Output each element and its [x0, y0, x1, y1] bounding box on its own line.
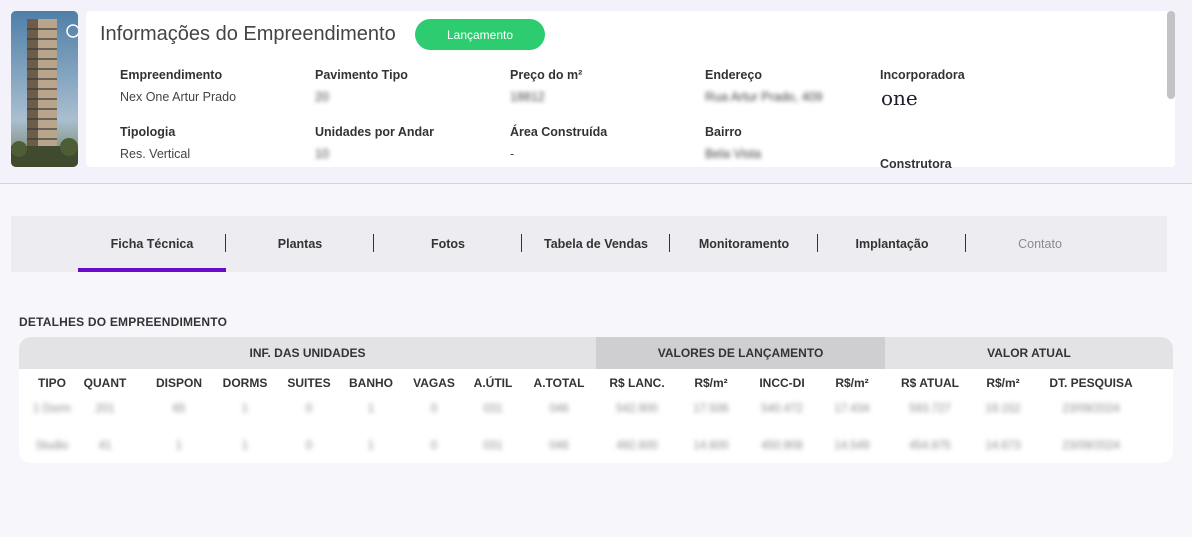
table-cell: 1 — [241, 403, 249, 415]
details-table: INF. DAS UNIDADES VALORES DE LANÇAMENTO … — [19, 337, 1173, 463]
column-header: R$ ATUAL — [901, 376, 959, 390]
table-cell: 14.549 — [834, 440, 870, 452]
status-badge: Lançamento — [415, 19, 545, 50]
tab-monitoramento[interactable]: Monitoramento — [670, 216, 818, 272]
column-header: VAGAS — [413, 376, 455, 390]
table-cell: 0 — [430, 440, 438, 452]
tab-implantacao[interactable]: Implantação — [818, 216, 966, 272]
table-cell: 031 — [483, 440, 503, 452]
column-header: DT. PESQUISA — [1049, 376, 1133, 390]
table-cell: 1 — [367, 403, 375, 415]
column-header: SUITES — [287, 376, 331, 390]
field-preco: Preço do m² 18812 — [510, 68, 700, 104]
tab-bar: Ficha Técnica Plantas Fotos Tabela de Ve… — [11, 216, 1167, 272]
field-label: Pavimento Tipo — [315, 68, 408, 82]
table-cell: 492.600 — [616, 440, 658, 452]
field-label: Construtora — [880, 157, 952, 171]
field-area: Área Construída - — [510, 125, 700, 161]
table-cell: 23/09/2024 — [1062, 403, 1120, 415]
table-cell: 201 — [95, 403, 115, 415]
field-construtora: Construtora — [880, 157, 1070, 171]
table-cell: Studio — [35, 440, 69, 452]
table-cell: 031 — [483, 403, 503, 415]
field-empreendimento: Empreendimento Nex One Artur Prado — [120, 68, 310, 104]
table-cell: 23/09/2024 — [1062, 440, 1120, 452]
tab-tabela-de-vendas[interactable]: Tabela de Vendas — [522, 216, 670, 272]
column-header: R$/m² — [986, 376, 1020, 390]
group-header-unidades: INF. DAS UNIDADES — [19, 337, 596, 369]
column-header: DISPON — [155, 376, 203, 390]
field-label: Área Construída — [510, 125, 608, 139]
incorporadora-logo: one — [881, 86, 918, 110]
field-label: Incorporadora — [880, 68, 965, 82]
table-cell: 65 — [172, 403, 186, 415]
table-cell: 1 — [175, 440, 183, 452]
table-cell: 14.600 — [693, 440, 729, 452]
field-value: - — [510, 147, 515, 161]
tab-fotos[interactable]: Fotos — [374, 216, 522, 272]
table-cell: 1 Dorm — [33, 403, 71, 415]
field-value: Rua Artur Prado, 409 — [705, 90, 823, 104]
field-unidades: Unidades por Andar 10 — [315, 125, 505, 161]
field-tipologia: Tipologia Res. Vertical — [120, 125, 310, 161]
column-header: A.TOTAL — [533, 376, 585, 390]
column-header: A.ÚTIL — [473, 376, 513, 390]
column-header: INCC-DI — [759, 376, 805, 390]
column-header: R$/m² — [694, 376, 728, 390]
field-pavimento: Pavimento Tipo 20 — [315, 68, 505, 104]
table-cell: 17.434 — [834, 403, 870, 415]
field-value: 18812 — [510, 90, 545, 104]
table-cell: 046 — [549, 440, 569, 452]
column-header: R$/m² — [835, 376, 869, 390]
column-header: BANHO — [349, 376, 393, 390]
field-bairro: Bairro Bela Vista — [705, 125, 895, 161]
table-cell: 19.152 — [985, 403, 1021, 415]
field-value: 20 — [315, 90, 329, 104]
group-header-lancamento: VALORES DE LANÇAMENTO — [596, 337, 885, 369]
table-cell: 14.673 — [985, 440, 1021, 452]
tab-plantas[interactable]: Plantas — [226, 216, 374, 272]
table-cell: 0 — [430, 403, 438, 415]
tab-ficha-tecnica[interactable]: Ficha Técnica — [78, 216, 226, 272]
table-cell: 542.900 — [616, 403, 658, 415]
field-value: Bela Vista — [705, 147, 762, 161]
section-title: DETALHES DO EMPREENDIMENTO — [19, 315, 228, 329]
table-cell: 046 — [549, 403, 569, 415]
field-incorporadora: Incorporadora — [880, 68, 1070, 82]
table-cell: 0 — [305, 403, 313, 415]
field-label: Endereço — [705, 68, 762, 82]
scrollbar-thumb[interactable] — [1167, 11, 1175, 99]
info-card: Informações do Empreendimento Lançamento… — [86, 11, 1175, 171]
table-cell: 17.506 — [693, 403, 729, 415]
field-label: Empreendimento — [120, 68, 223, 82]
table-cell: 540.472 — [761, 403, 803, 415]
group-header-valor-atual: VALOR ATUAL — [885, 337, 1173, 369]
table-cell: 41 — [98, 440, 112, 452]
table-cell: 450.908 — [761, 440, 803, 452]
field-value: Nex One Artur Prado — [120, 90, 237, 104]
field-label: Unidades por Andar — [315, 125, 434, 139]
field-label: Preço do m² — [510, 68, 583, 82]
column-header: QUANT — [83, 376, 127, 390]
field-value: 10 — [315, 147, 329, 161]
field-label: Tipologia — [120, 125, 176, 139]
tab-contato[interactable]: Contato — [966, 216, 1114, 272]
page-title: Informações do Empreendimento — [100, 23, 396, 45]
column-header: TIPO — [37, 376, 67, 390]
active-tab-indicator — [78, 268, 226, 272]
field-endereco: Endereço Rua Artur Prado, 409 — [705, 68, 895, 104]
field-label: Bairro — [705, 125, 742, 139]
field-value: Res. Vertical — [120, 147, 191, 161]
table-cell: 1 — [367, 440, 375, 452]
column-header: DORMS — [222, 376, 268, 390]
table-cell: 454.875 — [909, 440, 951, 452]
building-photo — [11, 11, 78, 167]
column-header: R$ LANC. — [609, 376, 665, 390]
table-cell: 1 — [241, 440, 249, 452]
table-cell: 0 — [305, 440, 313, 452]
table-cell: 593.727 — [909, 403, 951, 415]
header-area: Informações do Empreendimento Lançamento… — [0, 0, 1192, 184]
